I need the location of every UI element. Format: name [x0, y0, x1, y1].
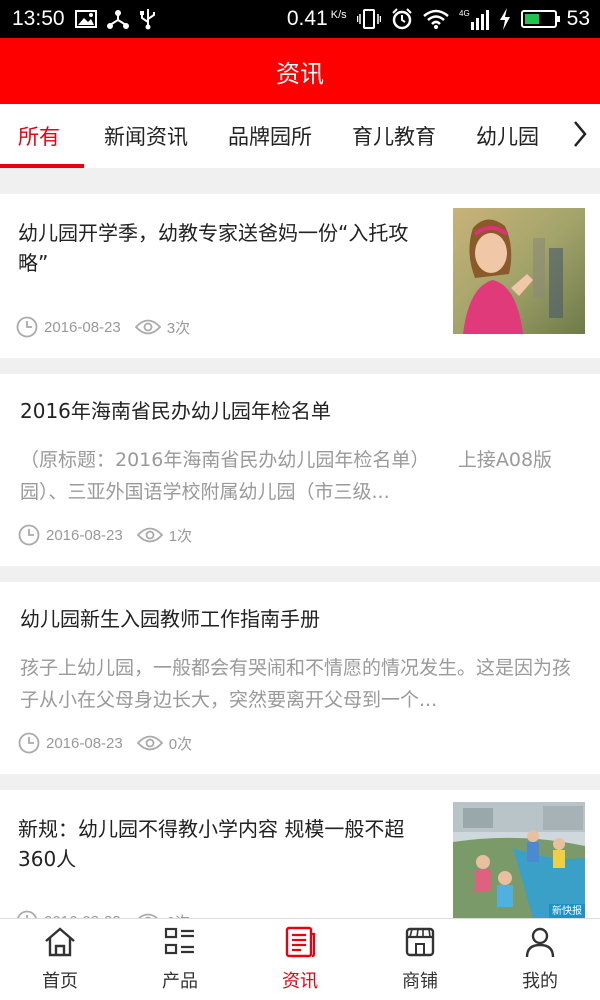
tab-kindergarten[interactable]: 幼儿园 — [456, 104, 559, 168]
status-bar: 13:50 0.41 K/s 4G 53 — [0, 0, 600, 38]
net-speed: 0.41 K/s — [286, 7, 347, 30]
4g-signal-icon: 4G — [459, 8, 489, 30]
article-thumbnail — [453, 208, 585, 334]
article-meta: 2016-08-23 0次 — [16, 910, 190, 918]
alarm-icon — [391, 8, 413, 30]
page-header: 资讯 — [0, 38, 600, 104]
clock-icon — [16, 910, 38, 918]
user-icon — [523, 926, 557, 963]
nav-shop[interactable]: 商铺 — [360, 919, 480, 1000]
article-card[interactable]: 2016年海南省民办幼儿园年检名单 （原标题：2016年海南省民办幼儿园年检名单… — [0, 374, 600, 566]
article-date: 2016-08-23 — [44, 318, 121, 336]
article-card[interactable]: 幼儿园开学季，幼教专家送爸妈一份“入托攻略” 2016-08-23 3次 — [0, 194, 600, 358]
charging-icon — [499, 8, 511, 30]
battery-level-fill — [524, 14, 540, 24]
shop-icon — [403, 926, 437, 963]
article-title: 新规：幼儿园不得教小学内容 规模一般不超360人 — [18, 817, 405, 871]
article-thumbnail: 新快报 — [453, 802, 585, 918]
product-grid-icon — [163, 926, 197, 963]
eye-icon — [136, 526, 163, 544]
article-card[interactable]: 新规：幼儿园不得教小学内容 规模一般不超360人 2016-08-23 0次 — [0, 790, 600, 918]
eye-icon — [134, 318, 161, 336]
clock-icon — [18, 524, 40, 546]
chevron-right-icon — [572, 120, 588, 152]
article-views: 1次 — [168, 527, 193, 545]
tab-brand-schools[interactable]: 品牌园所 — [208, 104, 332, 168]
home-icon — [43, 926, 77, 963]
nav-news[interactable]: 资讯 — [240, 919, 360, 1000]
article-meta: 2016-08-23 1次 — [18, 524, 192, 546]
article-feed: 幼儿园开学季，幼教专家送爸妈一份“入托攻略” 2016-08-23 3次 201… — [0, 168, 600, 918]
image-caption: 新快报 — [552, 906, 582, 917]
tab-scroll-arrow[interactable] — [560, 104, 600, 168]
article-meta: 2016-08-23 0次 — [18, 732, 192, 754]
article-title: 幼儿园新生入园教师工作指南手册 — [20, 607, 320, 631]
article-summary: （原标题：2016年海南省民办幼儿园年检名单） 上接A08版园）、三亚外国语学校… — [20, 449, 553, 503]
article-views: 0次 — [168, 735, 193, 753]
article-card[interactable]: 幼儿园新生入园教师工作指南手册 孩子上幼儿园，一般都会有哭闹和不情愿的情况发生。… — [0, 582, 600, 774]
nav-products[interactable]: 产品 — [120, 919, 240, 1000]
article-date: 2016-08-23 — [46, 734, 123, 752]
tab-parenting[interactable]: 育儿教育 — [332, 104, 456, 168]
wifi-icon — [422, 9, 449, 29]
status-time: 13:50 — [12, 7, 65, 30]
article-title: 幼儿园开学季，幼教专家送爸妈一份“入托攻略” — [18, 221, 409, 275]
page-title: 资讯 — [276, 59, 324, 88]
nav-mine[interactable]: 我的 — [480, 919, 600, 1000]
article-title: 2016年海南省民办幼儿园年检名单 — [20, 399, 331, 423]
article-meta: 2016-08-23 3次 — [16, 316, 190, 338]
article-views: 0次 — [167, 911, 190, 919]
usb-icon — [139, 8, 157, 30]
bottom-navigation: 首页 产品 资讯 商铺 我的 — [0, 918, 600, 1000]
image-icon — [74, 10, 97, 28]
nav-home[interactable]: 首页 — [0, 919, 120, 1000]
clock-icon — [16, 316, 38, 338]
article-summary: 孩子上幼儿园，一般都会有哭闹和不情愿的情况发生。这是因为孩子从小在父母身边长大，… — [20, 657, 572, 711]
eye-icon — [136, 734, 163, 752]
clock-icon — [18, 732, 40, 754]
category-tabbar: 所有 新闻资讯 品牌园所 育儿教育 幼儿园 — [0, 104, 600, 168]
battery-icon — [520, 10, 560, 28]
tab-news[interactable]: 新闻资讯 — [84, 104, 208, 168]
news-icon — [283, 926, 317, 963]
article-date: 2016-08-23 — [46, 526, 123, 544]
tab-all[interactable]: 所有 — [0, 104, 84, 168]
usb-tree-icon — [106, 9, 129, 29]
battery-percent: 53 — [566, 7, 590, 30]
svg-text:4G: 4G — [459, 9, 470, 18]
vibrate-icon — [356, 9, 381, 29]
article-views: 3次 — [166, 319, 191, 337]
